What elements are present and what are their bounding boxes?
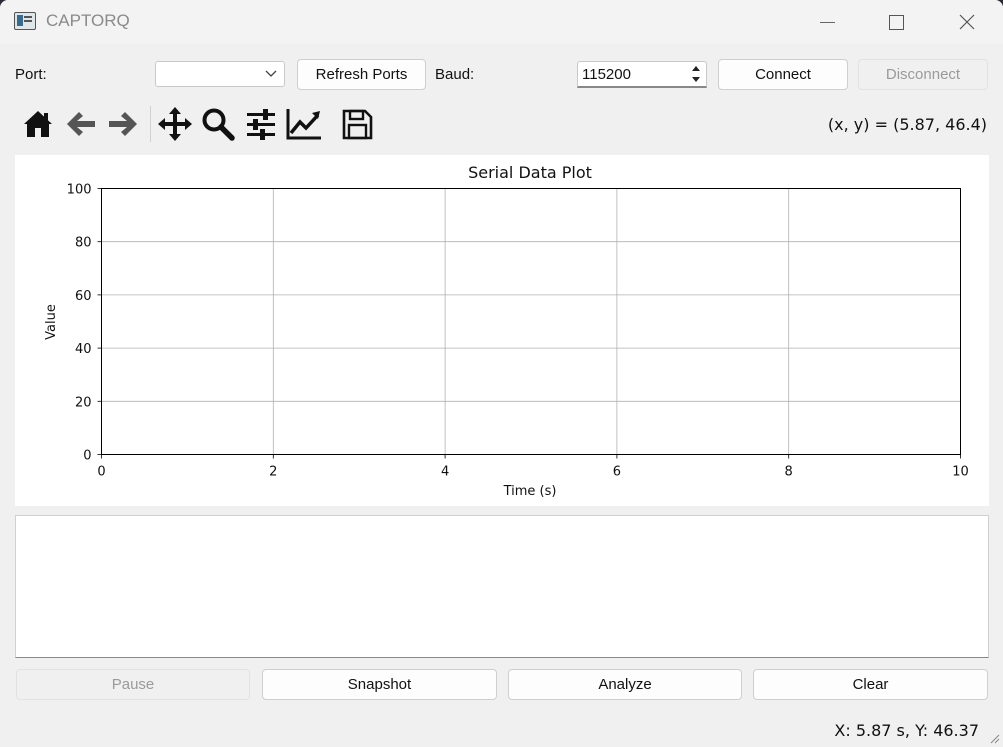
app-icon bbox=[14, 12, 36, 30]
forward-button[interactable] bbox=[103, 104, 143, 144]
y-tick-label: 20 bbox=[75, 395, 92, 410]
status-bar-text: X: 5.87 s, Y: 46.37 bbox=[834, 721, 979, 740]
pan-button[interactable] bbox=[155, 104, 195, 144]
pause-button[interactable]: Pause bbox=[16, 669, 250, 700]
y-axis-label: Value bbox=[44, 304, 59, 340]
close-icon bbox=[959, 14, 975, 30]
x-tick-label: 2 bbox=[269, 465, 277, 480]
edit-axis-button[interactable] bbox=[284, 104, 324, 144]
minimize-icon bbox=[819, 21, 835, 23]
app-window: CAPTORQ Port: Refresh Ports Baud: 115200… bbox=[0, 0, 1003, 747]
zoom-button[interactable] bbox=[198, 104, 238, 144]
maximize-icon bbox=[888, 14, 904, 30]
y-tick-label: 80 bbox=[75, 236, 92, 251]
zoom-icon bbox=[202, 108, 235, 141]
x-axis-label: Time (s) bbox=[503, 484, 557, 499]
home-button[interactable] bbox=[18, 104, 58, 144]
close-button[interactable] bbox=[937, 0, 997, 44]
baud-label: Baud: bbox=[435, 66, 475, 83]
save-icon bbox=[342, 109, 373, 140]
x-tick-label: 10 bbox=[952, 465, 969, 480]
configure-subplots-icon bbox=[247, 109, 275, 140]
plot-canvas[interactable]: Serial Data Plot 0 2 4 6 8 10 0 20 40 60 80 100 Tim… bbox=[15, 155, 989, 506]
x-tick-label: 6 bbox=[613, 465, 621, 480]
spin-arrows-icon[interactable] bbox=[688, 63, 704, 85]
port-label: Port: bbox=[15, 66, 47, 83]
y-tick-label: 100 bbox=[67, 183, 92, 198]
disconnect-button[interactable]: Disconnect bbox=[858, 59, 988, 90]
x-tick-label: 0 bbox=[97, 465, 105, 480]
connect-button[interactable]: Connect bbox=[718, 59, 848, 90]
refresh-ports-button[interactable]: Refresh Ports bbox=[297, 59, 426, 90]
save-button[interactable] bbox=[337, 104, 377, 144]
baud-value: 115200 bbox=[582, 66, 631, 83]
y-tick-label: 60 bbox=[75, 289, 92, 304]
title-bar[interactable]: CAPTORQ bbox=[0, 0, 1003, 44]
toolbar-separator bbox=[150, 106, 151, 142]
cursor-coordinates: (x, y) = (5.87, 46.4) bbox=[827, 115, 987, 134]
analyze-button[interactable]: Analyze bbox=[508, 669, 742, 700]
chevron-down-icon bbox=[265, 70, 277, 77]
configure-subplots-button[interactable] bbox=[241, 104, 281, 144]
resize-grip-icon[interactable] bbox=[988, 732, 1000, 744]
forward-arrow-icon bbox=[109, 112, 137, 136]
window-title: CAPTORQ bbox=[46, 11, 130, 30]
chart-title: Serial Data Plot bbox=[468, 163, 592, 182]
snapshot-button[interactable]: Snapshot bbox=[262, 669, 497, 700]
plot-axes-frame bbox=[101, 188, 961, 455]
pan-icon bbox=[158, 107, 192, 141]
maximize-button[interactable] bbox=[866, 0, 926, 44]
chart-svg: Serial Data Plot 0 2 4 6 8 10020406080100 Tim… bbox=[44, 163, 969, 499]
baud-spinbox[interactable]: 115200 bbox=[577, 61, 707, 88]
port-select[interactable] bbox=[155, 61, 285, 87]
back-arrow-icon bbox=[67, 112, 95, 136]
back-button[interactable] bbox=[61, 104, 101, 144]
serial-log-textarea[interactable] bbox=[15, 515, 989, 658]
x-tick-label: 8 bbox=[785, 465, 793, 480]
minimize-button[interactable] bbox=[797, 0, 857, 44]
home-icon bbox=[24, 111, 52, 137]
y-tick-label: 40 bbox=[75, 342, 92, 357]
y-tick-label: 0 bbox=[83, 449, 91, 464]
edit-axis-icon bbox=[286, 109, 321, 140]
clear-button[interactable]: Clear bbox=[753, 669, 988, 700]
x-tick-label: 4 bbox=[441, 465, 449, 480]
